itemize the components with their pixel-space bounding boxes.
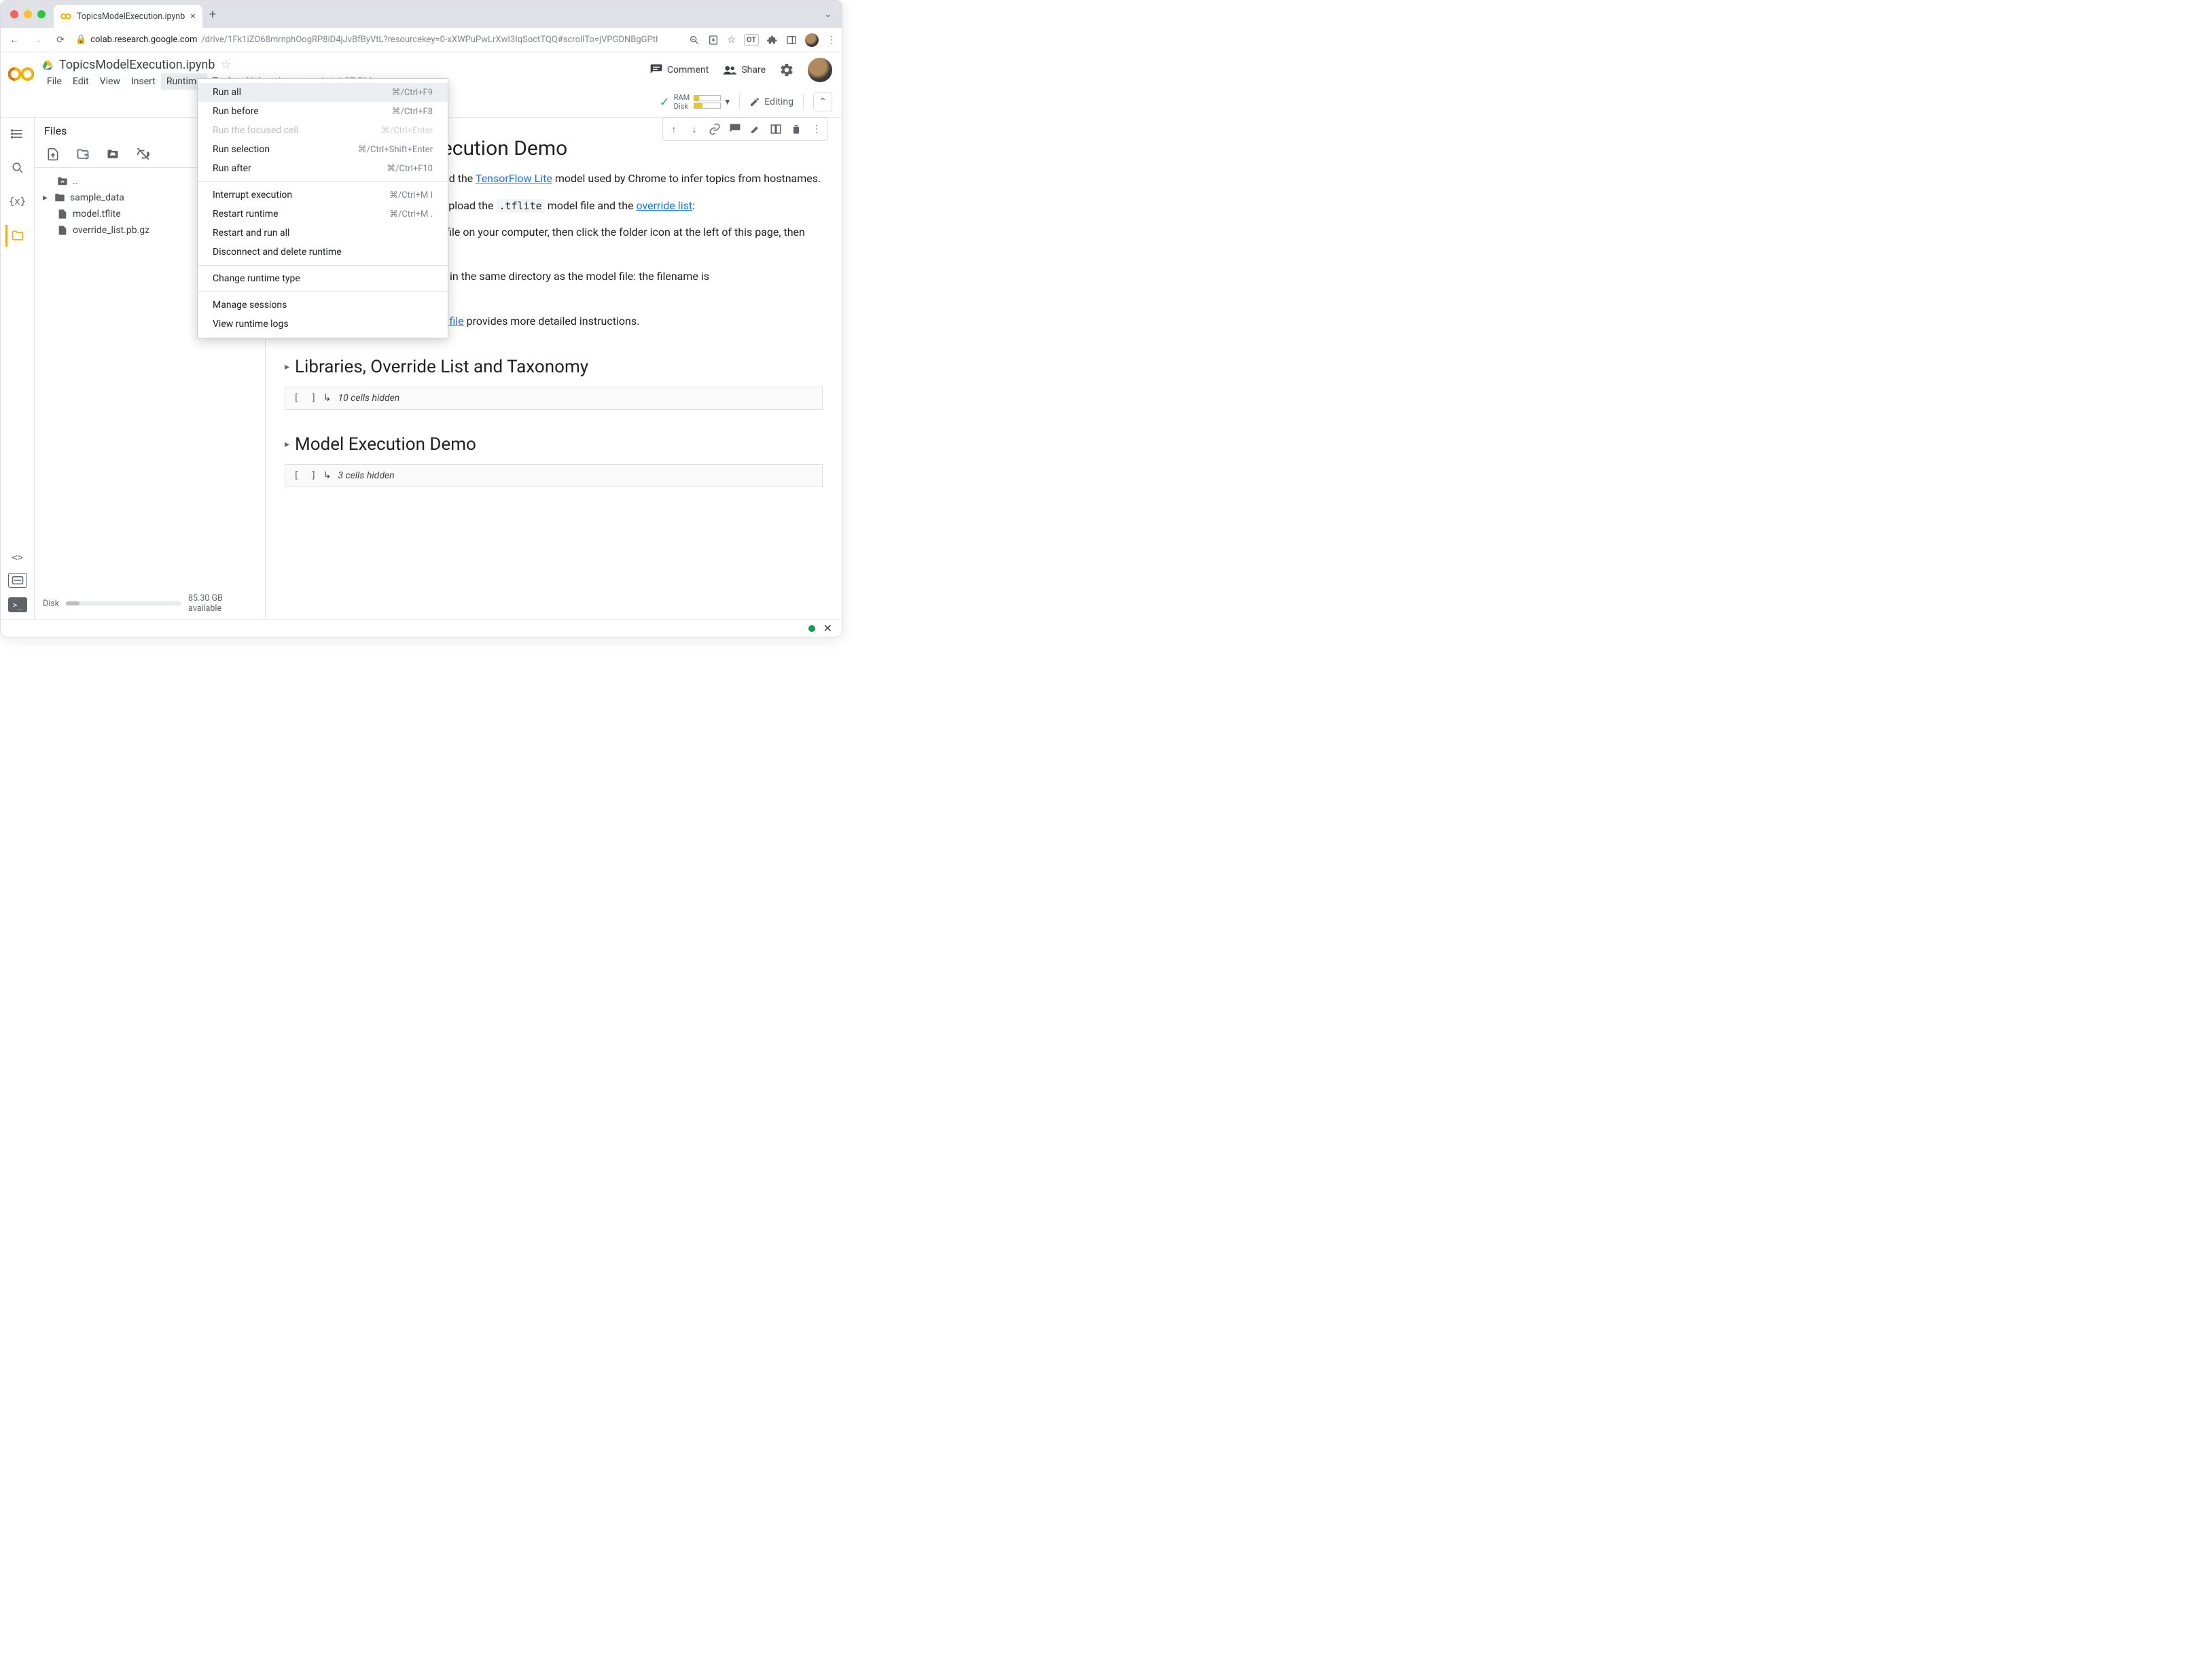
runtime-menu-item[interactable]: Restart and run all (198, 224, 448, 243)
runtime-menu-item[interactable]: Restart runtime⌘/Ctrl+M . (198, 205, 448, 224)
cell-more-icon[interactable]: ⋮ (807, 120, 826, 139)
upload-file-icon[interactable] (46, 147, 60, 162)
reload-button[interactable]: ⟳ (52, 35, 69, 46)
toggle-hidden-icon[interactable] (135, 147, 150, 162)
runtime-menu-item: Run the focused cell⌘/Ctrl+Enter (198, 121, 448, 140)
install-icon[interactable] (708, 35, 719, 46)
collapse-section-icon[interactable]: ▸ (285, 362, 289, 372)
menu-view[interactable]: View (94, 73, 126, 90)
url-host: colab.research.google.com (90, 35, 197, 45)
tensorflow-lite-link[interactable]: TensorFlow Lite (476, 172, 552, 185)
files-icon[interactable] (5, 225, 27, 247)
disk-meter (694, 103, 721, 109)
move-up-icon[interactable]: ↑ (664, 120, 683, 139)
new-tab-button[interactable]: + (209, 7, 216, 22)
tab-close-icon[interactable]: × (190, 11, 195, 22)
runtime-menu-item[interactable]: Disconnect and delete runtime (198, 243, 448, 262)
bookmark-icon[interactable]: ☆ (727, 35, 736, 46)
document-title[interactable]: TopicsModelExecution.ipynb (59, 58, 215, 72)
url-path: /drive/1Fk1iZO68mrnphOogRP8iD4jJvBfByVtL… (201, 35, 658, 45)
link-icon[interactable] (705, 120, 724, 139)
terminal-icon[interactable]: >_ (8, 597, 27, 612)
address-bar[interactable]: 🔒 colab.research.google.com/drive/1Fk1iZ… (75, 35, 682, 45)
tab-overflow-icon[interactable]: ⌄ (824, 9, 832, 20)
tab-title: TopicsModelExecution.ipynb (77, 12, 185, 22)
file-icon (56, 208, 69, 220)
edit-cell-icon[interactable] (746, 120, 765, 139)
star-icon[interactable]: ☆ (220, 58, 231, 72)
menu-file[interactable]: File (41, 73, 67, 90)
refresh-folder-icon[interactable] (75, 147, 90, 162)
runtime-menu-item[interactable]: Run before⌘/Ctrl+F8 (198, 102, 448, 121)
colab-favicon (60, 11, 71, 22)
comment-button[interactable]: Comment (649, 63, 709, 77)
sidepanel-icon[interactable] (786, 35, 797, 46)
runtime-menu-caret[interactable]: ▾ (725, 96, 730, 107)
move-down-icon[interactable]: ↓ (685, 120, 704, 139)
command-palette-icon[interactable] (8, 573, 27, 588)
runtime-menu-item[interactable]: Run after⌘/Ctrl+F10 (198, 159, 448, 178)
disk-usage-bar (66, 601, 181, 605)
collapse-section-icon[interactable]: ▸ (285, 439, 289, 450)
expand-caret-icon[interactable]: ▸ (43, 192, 50, 203)
colab-logo[interactable] (7, 60, 35, 88)
user-avatar[interactable] (808, 58, 832, 82)
disk-label: Disk (43, 599, 59, 609)
mount-drive-icon[interactable] (105, 147, 120, 162)
folder-up-icon (56, 175, 69, 188)
toc-icon[interactable] (7, 123, 29, 145)
runtime-menu-dropdown: Run all⌘/Ctrl+F9Run before⌘/Ctrl+F8Run t… (197, 78, 448, 338)
window-controls[interactable] (10, 10, 46, 18)
status-dot-icon (808, 625, 815, 632)
chrome-menu-icon[interactable]: ⋮ (827, 35, 836, 46)
code-snippets-icon[interactable]: <> (12, 552, 23, 563)
drive-icon (41, 59, 54, 71)
collapse-header-button[interactable]: ⌃ (813, 92, 832, 111)
chrome-avatar[interactable] (805, 33, 819, 47)
menu-insert[interactable]: Insert (126, 73, 161, 90)
lock-icon: 🔒 (75, 35, 86, 45)
delete-cell-icon[interactable] (787, 120, 806, 139)
runtime-menu-item[interactable]: Interrupt execution⌘/Ctrl+M I (198, 186, 448, 205)
menu-edit[interactable]: Edit (67, 73, 94, 90)
runtime-menu-item[interactable]: Manage sessions (198, 296, 448, 315)
variables-icon[interactable]: {x} (7, 191, 29, 213)
profile-badge[interactable]: OT (744, 34, 759, 46)
forward-button[interactable]: → (29, 34, 46, 46)
cell-toolbar: ↑ ↓ ⋮ (662, 118, 828, 141)
disk-available: 85.30 GB available (188, 593, 257, 614)
back-button[interactable]: ← (6, 34, 22, 46)
zoom-icon[interactable] (689, 35, 700, 46)
folder-icon (54, 192, 66, 204)
settings-icon[interactable] (779, 63, 794, 77)
status-close-icon[interactable]: ✕ (823, 622, 832, 635)
runtime-status[interactable]: ✓ RAM Disk ▾ (660, 93, 730, 111)
section-heading[interactable]: ▸ Libraries, Override List and Taxonomy (266, 346, 842, 384)
file-icon (56, 224, 69, 236)
search-icon[interactable] (7, 157, 29, 179)
ram-meter (694, 95, 721, 101)
share-button[interactable]: Share (722, 63, 766, 77)
runtime-menu-item[interactable]: View runtime logs (198, 315, 448, 334)
hidden-cells-row[interactable]: [ ] ↳ 10 cells hidden (285, 387, 823, 410)
connected-check-icon: ✓ (660, 95, 670, 109)
comment-cell-icon[interactable] (726, 120, 745, 139)
runtime-menu-item[interactable]: Run all⌘/Ctrl+F9 (198, 83, 448, 102)
editing-mode-button[interactable]: Editing (749, 96, 793, 107)
section-heading[interactable]: ▸ Model Execution Demo (266, 423, 842, 461)
browser-tab[interactable]: TopicsModelExecution.ipynb × (54, 5, 202, 28)
mirror-cell-icon[interactable] (766, 120, 785, 139)
override-list-link[interactable]: override list (636, 199, 692, 212)
runtime-menu-item[interactable]: Run selection⌘/Ctrl+Shift+Enter (198, 140, 448, 159)
extensions-icon[interactable] (767, 35, 778, 46)
runtime-menu-item[interactable]: Change runtime type (198, 269, 448, 288)
hidden-cells-row[interactable]: [ ] ↳ 3 cells hidden (285, 464, 823, 487)
